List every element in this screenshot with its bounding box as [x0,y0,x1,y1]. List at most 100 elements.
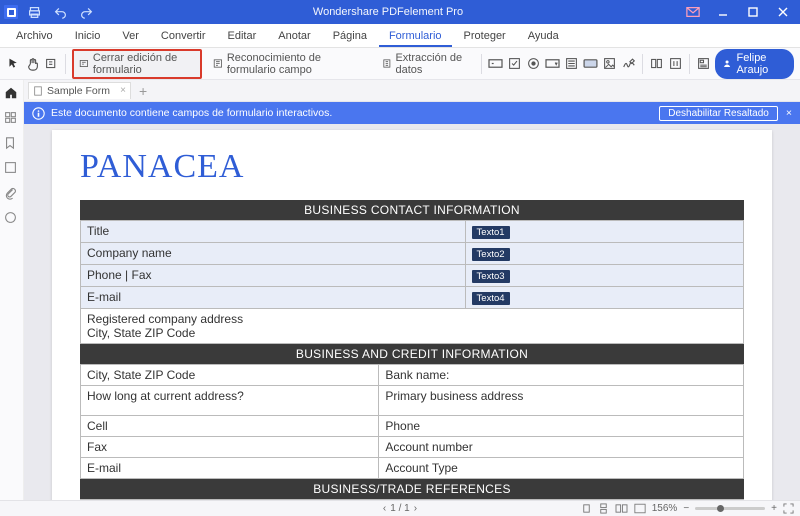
pdf-page: PANACEA BUSINESS CONTACT INFORMATION Tit… [52,130,772,500]
field-label: Bank name: [385,368,449,382]
section2-title: BUSINESS AND CREDIT INFORMATION [80,344,744,364]
thumbnails-icon[interactable] [4,111,19,126]
print-icon[interactable] [24,2,44,22]
zoom-out-icon[interactable]: − [683,503,689,514]
section1-table: Title Texto1 Company name Texto2 Phone | F… [80,220,744,344]
document-tabs: Sample Form × + [24,80,800,102]
form-toolbar: Cerrar edición de formulario Reconocimie… [0,48,800,80]
select-icon[interactable] [44,54,59,74]
field-label: Title [87,224,109,238]
close-tab-icon[interactable]: × [120,85,126,96]
search-panel-icon[interactable] [4,161,19,176]
field-label: Registered company address City, State Z… [87,312,243,340]
fullscreen-icon[interactable] [783,503,794,514]
comment-icon[interactable] [4,211,19,226]
status-bar: ‹ 1 / 1 › 156% − + [0,500,800,516]
menu-proteger[interactable]: Proteger [454,26,516,47]
window-title: Wondershare PDFelement Pro [96,6,680,18]
field-label: E-mail [87,290,121,304]
redo-icon[interactable] [76,2,96,22]
field-label: Phone [385,419,420,433]
field-label: Phone | Fax [87,268,152,282]
template-icon[interactable] [696,54,711,74]
form-field[interactable]: Texto1 [472,226,510,239]
field-label: Company name [87,246,172,260]
close-form-edit-label: Cerrar edición de formulario [93,52,195,76]
new-tab-button[interactable]: + [135,83,151,99]
menu-formulario[interactable]: Formulario [379,26,452,47]
zoom-value: 156% [652,503,678,514]
document-canvas[interactable]: PANACEA BUSINESS CONTACT INFORMATION Tit… [24,124,800,500]
field-label: Fax [87,440,107,454]
close-infobar-icon[interactable]: × [786,107,792,119]
field-label: Account number [385,440,472,454]
image-field-icon[interactable] [602,54,617,74]
extract-data-button[interactable]: Extracción de datos [375,49,475,79]
menu-convertir[interactable]: Convertir [151,26,216,47]
menu-inicio[interactable]: Inicio [65,26,111,47]
view-single-icon[interactable] [581,503,592,514]
title-bar: Wondershare PDFelement Pro [0,0,800,24]
field-label: Account Type [385,461,458,475]
next-page-icon[interactable]: › [414,503,417,514]
section1-title: BUSINESS CONTACT INFORMATION [80,200,744,220]
brand-heading: PANACEA [80,148,744,186]
close-button[interactable] [770,2,796,22]
radio-icon[interactable] [526,54,541,74]
recognize-form-button[interactable]: Reconocimiento de formulario campo [206,49,371,79]
hand-icon[interactable] [25,54,40,74]
view-double-icon[interactable] [615,503,628,514]
app-logo [4,5,18,19]
bookmark-icon[interactable] [4,136,19,151]
menu-anotar[interactable]: Anotar [268,26,320,47]
disable-highlight-button[interactable]: Deshabilitar Resaltado [659,106,778,121]
menu-pagina[interactable]: Página [323,26,377,47]
form-field[interactable]: Texto2 [472,248,510,261]
listbox-icon[interactable] [564,54,579,74]
textfield-icon[interactable] [487,54,502,74]
undo-icon[interactable] [50,2,70,22]
zoom-slider[interactable] [695,507,765,510]
document-tab-label: Sample Form [47,85,110,97]
menu-ver[interactable]: Ver [112,26,149,47]
document-tab[interactable]: Sample Form × [28,82,131,99]
section3-title: BUSINESS/TRADE REFERENCES [80,479,744,499]
field-label: Primary business address [385,389,523,403]
section2-table: City, State ZIP Code Bank name: How long … [80,364,744,479]
maximize-button[interactable] [740,2,766,22]
attachment-icon[interactable] [4,186,19,201]
close-form-edit-button[interactable]: Cerrar edición de formulario [72,49,202,79]
prev-page-icon[interactable]: ‹ [383,503,386,514]
fit-width-icon[interactable] [634,503,646,514]
checkbox-icon[interactable] [507,54,522,74]
menu-bar: Archivo Inicio Ver Convertir Editar Anot… [0,24,800,48]
form-field[interactable]: Texto3 [472,270,510,283]
pointer-icon[interactable] [6,54,21,74]
info-message: Este documento contiene campos de formul… [51,107,332,119]
view-continuous-icon[interactable] [598,503,609,514]
menu-editar[interactable]: Editar [218,26,267,47]
info-bar: Este documento contiene campos de formul… [24,102,800,124]
minimize-button[interactable] [710,2,736,22]
field-label: Cell [87,419,108,433]
user-pill[interactable]: Felipe Araujo [715,49,794,79]
form-field[interactable]: Texto4 [472,292,510,305]
mail-icon[interactable] [680,2,706,22]
user-name: Felipe Araujo [736,52,784,76]
button-icon[interactable] [583,54,598,74]
combobox-icon[interactable] [545,54,560,74]
home-icon[interactable] [4,86,19,101]
zoom-in-icon[interactable]: + [771,503,777,514]
field-label: City, State ZIP Code [87,368,195,382]
extract-data-label: Extracción de datos [395,52,467,76]
more-tools-icon[interactable] [668,54,683,74]
menu-archivo[interactable]: Archivo [6,26,63,47]
align-icon[interactable] [649,54,664,74]
menu-ayuda[interactable]: Ayuda [518,26,569,47]
page-indicator: 1 / 1 [390,503,409,514]
recognize-form-label: Reconocimiento de formulario campo [227,52,364,76]
left-sidebar [0,80,24,500]
signature-icon[interactable] [621,54,636,74]
field-label: E-mail [87,461,121,475]
field-label: How long at current address? [87,389,244,403]
